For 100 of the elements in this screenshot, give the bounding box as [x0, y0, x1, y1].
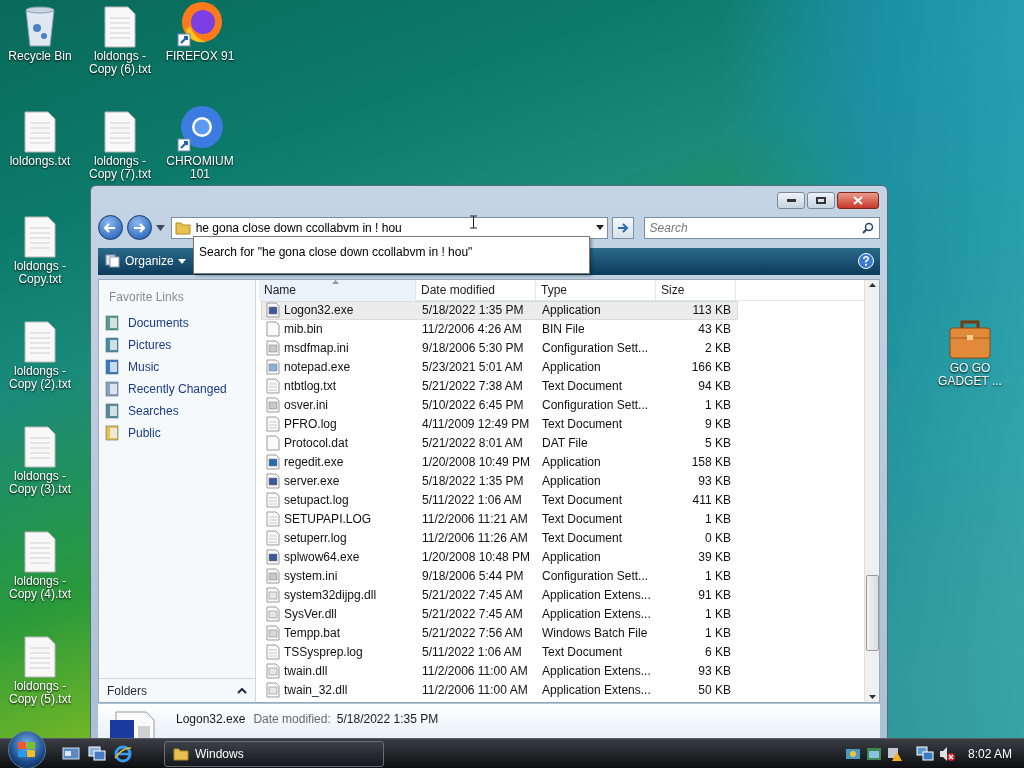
desktop-icon-label[interactable]: CHROMIUM 101 [160, 155, 240, 181]
date-cell-text: 5/10/2022 6:45 PM [421, 397, 525, 415]
network-icon[interactable] [915, 745, 934, 762]
type-cell-text: Text Document [541, 492, 624, 510]
folder-icon [174, 220, 191, 235]
field-value: 5/18/2022 1:35 PM [336, 711, 439, 728]
file-row[interactable]: system32dijpg.dll 5/21/2022 7:45 AM Application Extens... 91 KB [261, 585, 738, 605]
clock[interactable]: 8:02 AM [967, 744, 1012, 763]
nav-link[interactable]: Music [99, 355, 255, 378]
file-name: Logon32.exe [284, 302, 354, 320]
desktop-icon-label[interactable]: Recycle Bin [8, 50, 72, 63]
file-name: server.exe [284, 473, 340, 491]
back-button[interactable] [98, 215, 123, 241]
window-switch-icon[interactable] [88, 745, 106, 762]
file-row[interactable]: mib.bin 11/2/2006 4:26 AM BIN File 43 KB [261, 319, 738, 339]
file-icon [266, 359, 280, 376]
show-desktop-icon[interactable] [62, 745, 80, 762]
folder-icon [105, 358, 121, 375]
desktop-icon-label[interactable]: loldongs - Copy (7).txt [80, 155, 160, 181]
desktop-icon-label[interactable]: loldongs.txt [9, 155, 71, 168]
file-row[interactable]: setupact.log 5/11/2022 1:06 AM Text Document 411 KB [261, 490, 738, 510]
desktop-icon-label[interactable]: FIREFOX 91 [165, 50, 235, 63]
warning-icon[interactable] [886, 745, 903, 762]
desktop-icon-label[interactable]: loldongs - Copy (3).txt [0, 470, 80, 496]
file-name: system.ini [284, 568, 338, 586]
start-button[interactable] [8, 730, 46, 768]
desktop-icon-label[interactable]: loldongs - Copy (4).txt [0, 575, 80, 601]
file-row[interactable]: ntbtlog.txt 5/21/2022 7:38 AM Text Document 94 KB [261, 376, 738, 396]
nav-link[interactable]: Pictures [99, 333, 255, 356]
file-name: TSSysprep.log [284, 644, 363, 662]
search-field[interactable]: Search [643, 216, 880, 239]
search-icon [862, 221, 874, 234]
dropdown-caret-icon[interactable] [595, 225, 604, 231]
desktop-icon-label[interactable]: loldongs - Copy (6).txt [80, 50, 160, 76]
file-row[interactable]: SETUPAPI.LOG 11/2/2006 11:21 AM Text Document 1 KB [261, 509, 738, 529]
file-row[interactable]: PFRO.log 4/11/2009 12:49 PM Text Document 9 KB [261, 414, 738, 434]
file-icon [266, 340, 280, 357]
file-row[interactable]: splwow64.exe 1/20/2008 10:48 PM Application 39 KB [261, 547, 738, 567]
file-name: SysVer.dll [284, 606, 337, 624]
scrollbar-thumb[interactable] [865, 575, 879, 651]
nav-link[interactable]: Searches [99, 399, 255, 422]
desktop-icon-label[interactable]: loldongs - Copy.txt [0, 260, 80, 286]
type-cell-text: Application [541, 302, 602, 320]
date-cell-text: 5/21/2022 7:38 AM [421, 378, 524, 396]
search-suggestion[interactable]: Search for "he gona close down ccollabvm in ! hou" [199, 245, 473, 259]
file-row[interactable]: server.exe 5/18/2022 1:35 PM Application 93 KB [261, 471, 738, 491]
address-field[interactable]: he gona close down ccollabvm in ! hou [170, 216, 608, 239]
file-row[interactable]: osver.ini 5/10/2022 6:45 PM Configuration Sett... 1 KB [261, 395, 738, 415]
recycle-bin-icon [22, 4, 58, 48]
file-name: PFRO.log [284, 416, 337, 434]
column-header[interactable]: Size [656, 279, 736, 301]
maximize-button[interactable] [807, 192, 835, 209]
browser-e-icon[interactable] [114, 744, 132, 763]
column-header[interactable]: Type [536, 279, 656, 301]
file-name: twain_32.dll [284, 682, 348, 700]
date-cell-text: 11/2/2006 11:00 AM [421, 682, 529, 700]
file-row[interactable]: Protocol.dat 5/21/2022 8:01 AM DAT File 5 KB [261, 433, 738, 453]
text-file-icon [24, 111, 56, 153]
column-header[interactable]: Date modified [416, 279, 536, 301]
folders-button[interactable]: Folders [99, 678, 255, 702]
desktop-icon-label[interactable]: loldongs - Copy (2).txt [0, 365, 80, 391]
briefcase-icon [948, 318, 992, 360]
file-row[interactable]: SysVer.dll 5/21/2022 7:45 AM Application Extens... 1 KB [261, 604, 738, 624]
date-cell-text: 11/2/2006 11:26 AM [421, 530, 529, 548]
date-cell-text: 11/2/2006 4:26 AM [421, 321, 523, 339]
file-row[interactable]: Tempp.bat 5/21/2022 7:56 AM Windows Batch File 1 KB [261, 623, 738, 643]
forward-button[interactable] [126, 215, 152, 241]
minimize-button[interactable] [777, 192, 805, 209]
scroll-down-icon [868, 695, 876, 699]
file-name: mib.bin [284, 321, 323, 339]
dropdown-caret-icon[interactable] [155, 224, 165, 231]
file-row[interactable]: twain_32.dll 11/2/2006 11:00 AM Application Extens... 50 KB [261, 680, 738, 700]
nav-link[interactable]: Recently Changed [99, 377, 255, 400]
file-icon [266, 302, 280, 319]
file-row[interactable]: regedit.exe 1/20/2008 10:49 PM Application 158 KB [261, 452, 738, 472]
nav-link[interactable]: Documents [99, 311, 255, 334]
file-icon [266, 435, 280, 452]
file-row[interactable]: TSSysprep.log 5/11/2022 1:06 AM Text Document 6 KB [261, 642, 738, 662]
file-row[interactable]: setuperr.log 11/2/2006 11:26 AM Text Document 0 KB [261, 528, 738, 548]
file-row[interactable]: twain.dll 11/2/2006 11:00 AM Application Extens... 93 KB [261, 661, 738, 681]
file-row[interactable]: system.ini 9/18/2006 5:44 PM Configuration Sett... 1 KB [261, 566, 738, 586]
column-header[interactable]: Name [259, 279, 416, 301]
nav-link[interactable]: Public [99, 421, 255, 444]
organize-button[interactable]: Organize [104, 250, 187, 273]
muted-speaker-icon[interactable] [938, 745, 955, 762]
file-row[interactable]: notepad.exe 5/23/2021 5:01 AM Application 166 KB [261, 357, 738, 377]
field-label: Date modified: [253, 711, 331, 728]
go-button[interactable] [611, 216, 634, 239]
taskbar-window-button[interactable]: Windows [164, 740, 384, 767]
size-cell-text: 6 KB [704, 644, 732, 662]
tray-window-icon[interactable] [865, 745, 882, 762]
close-button[interactable] [837, 192, 879, 209]
scrollbar[interactable] [864, 279, 879, 702]
date-cell-text: 5/21/2022 7:45 AM [421, 587, 524, 605]
file-icon [266, 682, 280, 699]
file-icon [266, 663, 280, 680]
size-cell-text: 93 KB [697, 663, 732, 681]
size-cell-text: 1 KB [704, 625, 732, 643]
help-icon[interactable] [858, 253, 874, 270]
file-row[interactable]: msdfmap.ini 9/18/2006 5:30 PM Configuration Sett... 2 KB [261, 338, 738, 358]
